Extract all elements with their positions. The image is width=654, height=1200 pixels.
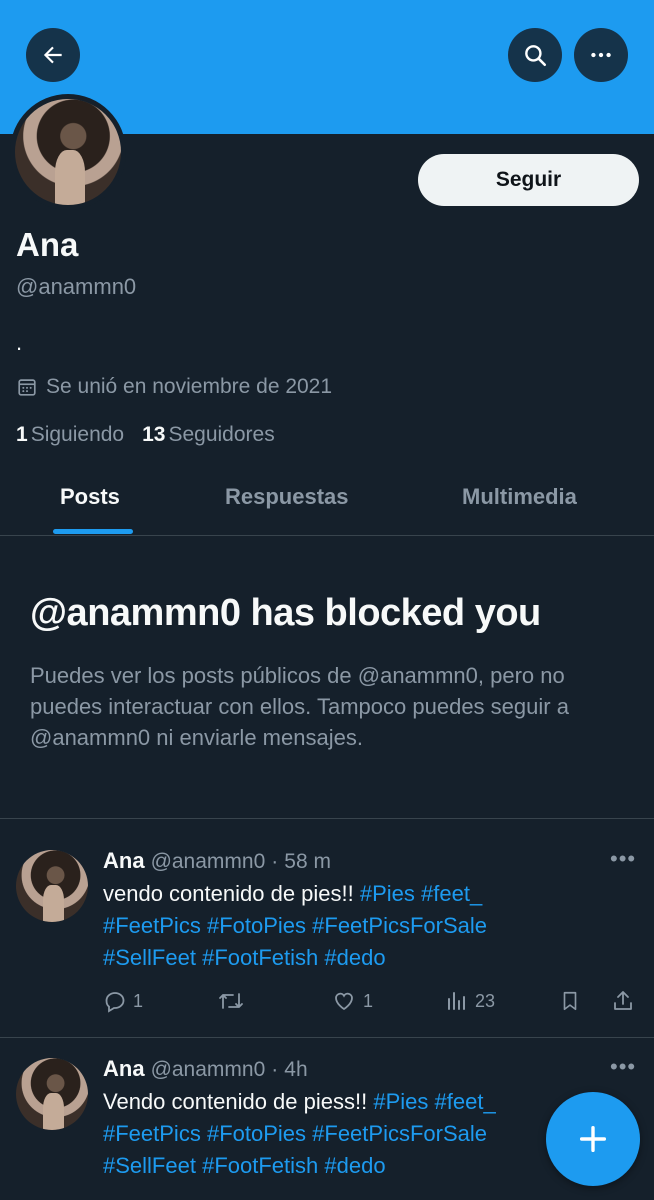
post-author-name[interactable]: Ana — [103, 848, 145, 874]
followers-label: Seguidores — [168, 423, 275, 446]
post-header: Ana @anammn0 · 58 m — [103, 848, 331, 874]
hashtag[interactable]: #dedo — [324, 945, 385, 970]
tab-posts[interactable]: Posts — [60, 484, 120, 510]
following-count: 1 — [16, 423, 28, 446]
post-content: Vendo contenido de piess!! — [103, 1089, 368, 1114]
plus-icon — [579, 1125, 607, 1153]
views-count: 23 — [475, 990, 496, 1011]
repost-icon — [219, 993, 243, 1009]
post-avatar[interactable] — [16, 1058, 88, 1130]
hashtag[interactable]: #FootFetish — [202, 1153, 318, 1178]
profile-bio: . — [16, 330, 23, 355]
following-label: Siguiendo — [30, 423, 125, 446]
following-link[interactable]: 1 Siguiendo — [16, 423, 124, 447]
hashtag[interactable]: #SellFeet — [103, 1153, 196, 1178]
more-icon — [591, 52, 611, 58]
join-date: Se unió en noviembre de 2021 — [16, 375, 332, 399]
post-time[interactable]: 4h — [284, 1058, 307, 1082]
calendar-icon — [18, 379, 36, 396]
post-more-icon[interactable]: ••• — [610, 846, 636, 872]
hashtag[interactable]: #dedo — [324, 1153, 385, 1178]
profile-handle: @anammn0 — [16, 274, 137, 299]
compose-post-button[interactable] — [546, 1092, 640, 1186]
hashtag[interactable]: #FotoPies — [207, 913, 306, 938]
like-button[interactable]: 1 — [331, 989, 373, 1013]
post-item[interactable]: Ana @anammn0 · 58 m ••• vendo contenido … — [0, 836, 654, 1036]
heart-icon — [335, 992, 353, 1011]
post-avatar[interactable] — [16, 850, 88, 922]
post-author-handle[interactable]: @anammn0 — [151, 850, 266, 874]
post-author-handle[interactable]: @anammn0 — [151, 1058, 266, 1082]
hashtag[interactable]: #FeetPicsForSale — [312, 1121, 487, 1146]
post-more-icon[interactable]: ••• — [610, 1054, 636, 1080]
hashtag[interactable]: #FeetPics — [103, 1121, 201, 1146]
search-icon — [525, 45, 547, 67]
post-content: vendo contenido de pies!! — [103, 881, 354, 906]
post-text: vendo contenido de pies!! #Pies #feet_ #… — [103, 878, 563, 974]
profile-name: Ana — [16, 226, 79, 263]
reply-button[interactable]: 1 — [103, 989, 143, 1013]
active-tab-indicator — [53, 529, 133, 534]
profile-avatar[interactable] — [10, 94, 126, 210]
arrow-left-icon — [43, 46, 62, 64]
reply-icon — [105, 992, 125, 1013]
post-header: Ana @anammn0 · 4h — [103, 1056, 308, 1082]
more-options-button[interactable] — [574, 28, 628, 82]
followers-count: 13 — [142, 423, 166, 446]
tab-media[interactable]: Multimedia — [462, 484, 577, 510]
repost-button[interactable] — [217, 989, 245, 1013]
profile-tabs: Posts Respuestas Multimedia — [0, 470, 654, 536]
share-icon — [614, 991, 632, 1010]
hashtag[interactable]: #FotoPies — [207, 1121, 306, 1146]
tab-replies[interactable]: Respuestas — [225, 484, 349, 510]
hashtag[interactable]: #feet_ — [435, 1089, 496, 1114]
reply-count: 1 — [133, 990, 144, 1011]
divider — [0, 818, 654, 819]
views-button[interactable]: 23 — [445, 989, 495, 1013]
hashtag[interactable]: #SellFeet — [103, 945, 196, 970]
back-button[interactable] — [26, 28, 80, 82]
hashtag[interactable]: #FeetPics — [103, 913, 201, 938]
followers-link[interactable]: 13 Seguidores — [142, 423, 275, 447]
like-count: 1 — [363, 990, 374, 1011]
post-author-name[interactable]: Ana — [103, 1056, 145, 1082]
hashtag[interactable]: #Pies — [373, 1089, 428, 1114]
blocked-title: @anammn0 has blocked you — [30, 592, 541, 634]
bookmark-icon — [563, 991, 577, 1011]
share-button[interactable] — [611, 989, 635, 1013]
hashtag[interactable]: #feet_ — [421, 881, 482, 906]
post-actions: 1 1 23 — [103, 986, 643, 1016]
post-separator: · — [271, 850, 279, 873]
post-separator: · — [271, 1058, 279, 1081]
follow-button[interactable]: Seguir — [418, 154, 639, 206]
hashtag[interactable]: #Pies — [360, 881, 415, 906]
post-time[interactable]: 58 m — [284, 850, 331, 874]
search-button[interactable] — [508, 28, 562, 82]
views-icon — [448, 992, 465, 1010]
hashtag[interactable]: #FootFetish — [202, 945, 318, 970]
join-date-text: Se unió en noviembre de 2021 — [46, 375, 333, 398]
hashtag[interactable]: #FeetPicsForSale — [312, 913, 487, 938]
blocked-description: Puedes ver los posts públicos de @anammn… — [30, 663, 569, 750]
follow-stats: 1 Siguiendo 13 Seguidores — [16, 423, 275, 447]
bookmark-button[interactable] — [559, 989, 581, 1013]
post-text: Vendo contenido de piess!! #Pies #feet_ … — [103, 1086, 563, 1182]
